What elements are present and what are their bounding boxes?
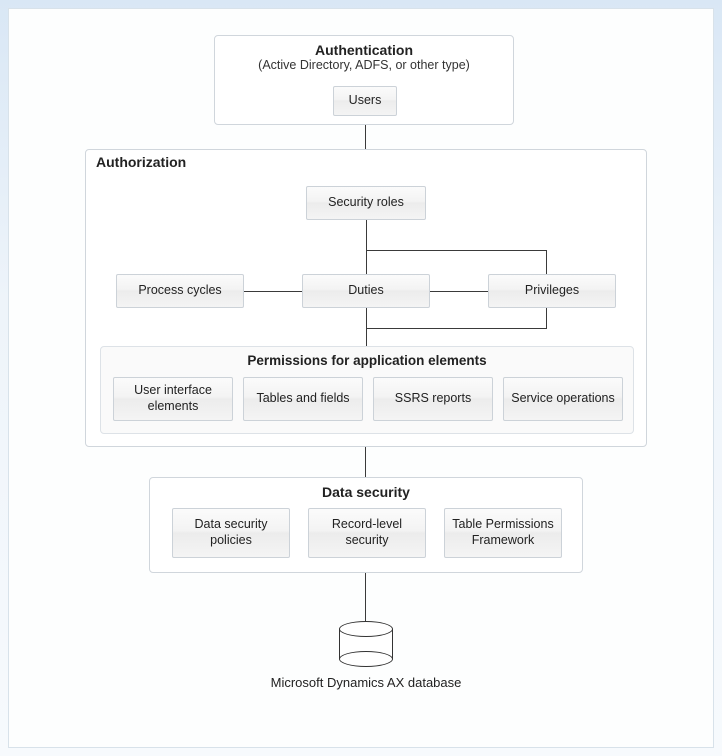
- data-security-title: Data security: [150, 478, 582, 500]
- data-security-policies-box: Data security policies: [172, 508, 290, 558]
- connector-privileges-down: [546, 308, 547, 328]
- connector-roles-split-h: [366, 250, 546, 251]
- authentication-title: Authentication: [215, 36, 513, 58]
- ui-elements-box: User interface elements: [113, 377, 233, 421]
- database-label: Microsoft Dynamics AX database: [241, 675, 491, 690]
- connector-datasec-to-db: [365, 573, 366, 621]
- data-security-panel: Data security Data security policies Rec…: [149, 477, 583, 573]
- duties-box: Duties: [302, 274, 430, 308]
- connector-roles-down: [366, 220, 367, 250]
- connector-process-duties: [244, 291, 302, 292]
- connector-to-duties: [366, 250, 367, 274]
- connector-to-privileges: [546, 250, 547, 274]
- connector-duties-privileges: [430, 291, 488, 292]
- database-icon: [339, 621, 393, 667]
- authorization-panel: Authorization Security roles Process cyc…: [85, 149, 647, 447]
- permissions-title: Permissions for application elements: [101, 347, 633, 368]
- permissions-panel: Permissions for application elements Use…: [100, 346, 634, 434]
- authorization-title: Authorization: [96, 154, 186, 170]
- connector-merge-h: [366, 328, 547, 329]
- security-roles-box: Security roles: [306, 186, 426, 220]
- connector-duties-down: [366, 308, 367, 328]
- authentication-subtitle: (Active Directory, ADFS, or other type): [215, 58, 513, 72]
- record-level-security-box: Record-level security: [308, 508, 426, 558]
- authentication-panel: Authentication (Active Directory, ADFS, …: [214, 35, 514, 125]
- connector-merge-down: [366, 328, 367, 346]
- process-cycles-box: Process cycles: [116, 274, 244, 308]
- privileges-box: Privileges: [488, 274, 616, 308]
- table-permissions-framework-box: Table Permissions Framework: [444, 508, 562, 558]
- tables-fields-box: Tables and fields: [243, 377, 363, 421]
- users-box: Users: [333, 86, 397, 116]
- diagram-frame: Authentication (Active Directory, ADFS, …: [8, 8, 714, 748]
- connector-authz-to-datasec: [365, 447, 366, 477]
- ssrs-reports-box: SSRS reports: [373, 377, 493, 421]
- service-ops-box: Service operations: [503, 377, 623, 421]
